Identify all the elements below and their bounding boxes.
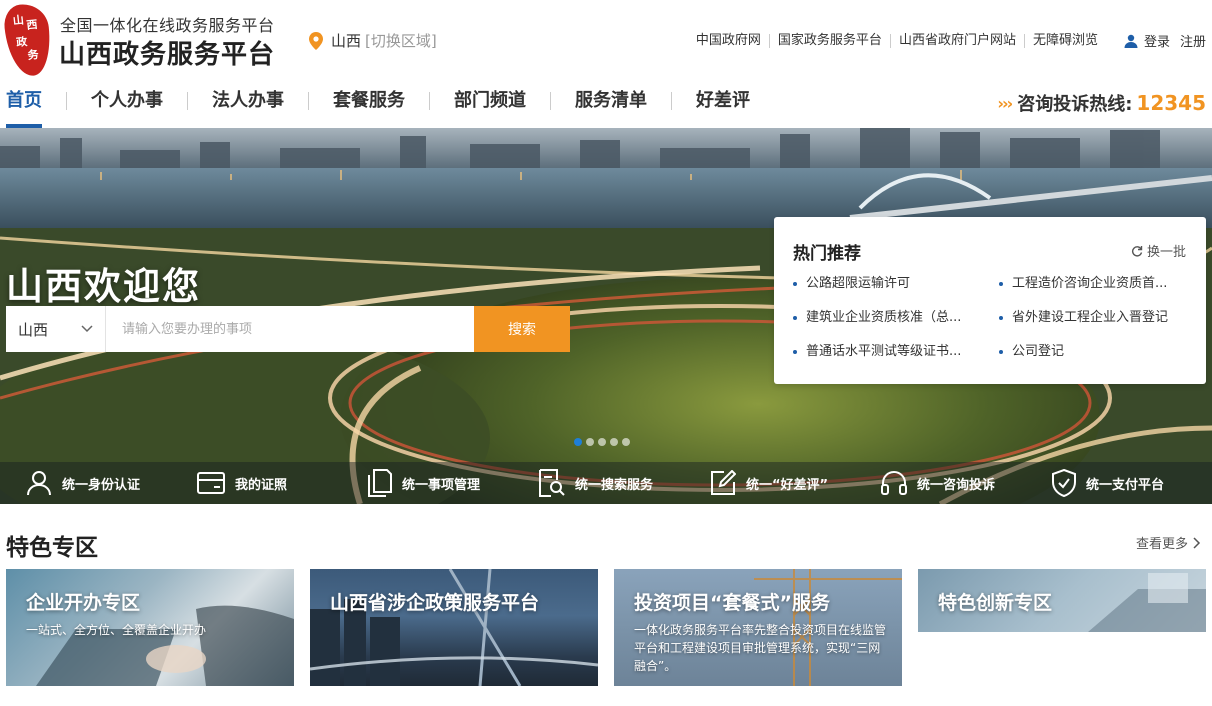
shield-check-icon bbox=[1052, 469, 1076, 497]
edit-icon bbox=[711, 470, 736, 495]
featured-cards: 企业开办专区 一站式、全方位、全覆盖企业开办 山西省涉企政策服务平台 投资项目“… bbox=[6, 569, 1206, 686]
card-innovation[interactable]: 特色创新专区 bbox=[918, 569, 1206, 632]
hot-item[interactable]: 普通话水平测试等级证书... bbox=[793, 343, 987, 360]
link-china-gov[interactable]: 中国政府网 bbox=[688, 33, 770, 48]
logo-char-1: 山 bbox=[12, 13, 25, 28]
hot-item[interactable]: 公路超限运输许可 bbox=[793, 275, 987, 292]
card-title: 企业开办专区 bbox=[26, 592, 141, 614]
search-doc-icon bbox=[539, 469, 565, 497]
top-links: 中国政府网 国家政务服务平台 山西省政府门户网站 无障碍浏览 登录 注册 bbox=[688, 31, 1206, 50]
login-link[interactable]: 登录 bbox=[1144, 31, 1170, 50]
nav-department[interactable]: 部门频道 bbox=[430, 92, 551, 110]
headset-icon bbox=[881, 471, 907, 495]
service-label: 统一事项管理 bbox=[402, 477, 481, 493]
link-national-gov-service[interactable]: 国家政务服务平台 bbox=[770, 33, 891, 48]
refresh-icon bbox=[1131, 245, 1143, 256]
user-icon bbox=[1124, 34, 1138, 48]
hotline-label: 咨询投诉热线: bbox=[1017, 94, 1133, 115]
card-title: 投资项目“套餐式”服务 bbox=[634, 592, 830, 614]
card-icon bbox=[197, 472, 225, 494]
carousel-dot[interactable] bbox=[610, 438, 618, 446]
service-search[interactable]: 统一搜索服务 bbox=[513, 469, 684, 497]
search-button[interactable]: 搜索 bbox=[474, 306, 570, 352]
nav-corporate[interactable]: 法人办事 bbox=[188, 92, 309, 110]
service-label: 统一咨询投诉 bbox=[917, 477, 996, 493]
service-bar: 统一身份认证 我的证照 统一事项管理 统一搜索服务 统一“好差评” 统一咨询投诉… bbox=[0, 462, 1212, 504]
logo-char-2: 西 bbox=[25, 17, 39, 33]
hot-item[interactable]: 工程造价咨询企业资质首... bbox=[999, 275, 1193, 292]
hotline-number: 12345 bbox=[1136, 91, 1206, 115]
nav-rating[interactable]: 好差评 bbox=[672, 92, 774, 110]
site-logo[interactable]: 山 西 政 务 bbox=[2, 1, 54, 79]
current-region: 山西 bbox=[331, 32, 362, 50]
service-matter[interactable]: 统一事项管理 bbox=[342, 469, 513, 497]
featured-title: 特色专区 bbox=[6, 535, 98, 561]
document-icon bbox=[368, 469, 392, 497]
service-complaint[interactable]: 统一咨询投诉 bbox=[855, 470, 1026, 496]
card-policy-platform[interactable]: 山西省涉企政策服务平台 bbox=[310, 569, 598, 686]
service-label: 统一“好差评” bbox=[746, 477, 829, 493]
hot-item[interactable]: 公司登记 bbox=[999, 343, 1193, 360]
chevron-right-icon bbox=[1193, 536, 1201, 549]
user-area: 登录 注册 bbox=[1124, 31, 1206, 50]
site-subtitle: 全国一体化在线政务服务平台 bbox=[60, 16, 275, 35]
card-title: 特色创新专区 bbox=[938, 592, 1053, 614]
card-enterprise-start[interactable]: 企业开办专区 一站式、全方位、全覆盖企业开办 bbox=[6, 569, 294, 686]
switch-region-link[interactable]: [切换区域] bbox=[365, 30, 437, 51]
hero-banner: 山西欢迎您 山西 搜索 热门推荐 换一批 公路超限运输许可 工程造价咨询企业资质… bbox=[0, 128, 1212, 504]
register-link[interactable]: 注册 bbox=[1180, 31, 1206, 50]
card-description: 一体化政务服务平台率先整合投资项目在线监管平台和工程建设项目审批管理系统，实现“… bbox=[634, 623, 887, 673]
nav-service-list[interactable]: 服务清单 bbox=[551, 92, 672, 110]
header: 山 西 政 务 全国一体化在线政务服务平台 山西政务服务平台 山西 [切换区域]… bbox=[0, 0, 1212, 82]
hotline: ››› 咨询投诉热线: 12345 bbox=[997, 90, 1206, 116]
service-label: 我的证照 bbox=[235, 477, 288, 493]
link-accessibility[interactable]: 无障碍浏览 bbox=[1025, 33, 1106, 48]
nav-home[interactable]: 首页 bbox=[6, 92, 67, 110]
hot-item[interactable]: 省外建设工程企业入晋登记 bbox=[999, 309, 1193, 326]
refresh-button[interactable]: 换一批 bbox=[1131, 241, 1186, 260]
nav-personal[interactable]: 个人办事 bbox=[67, 92, 188, 110]
bridge-illustration bbox=[310, 569, 598, 686]
service-payment[interactable]: 统一支付平台 bbox=[1026, 469, 1197, 497]
service-license[interactable]: 我的证照 bbox=[171, 472, 342, 494]
card-description: 一站式、全方位、全覆盖企业开办 bbox=[26, 623, 207, 637]
carousel-dot[interactable] bbox=[598, 438, 606, 446]
hot-recommend-panel: 热门推荐 换一批 公路超限运输许可 工程造价咨询企业资质首... 建筑业企业资质… bbox=[774, 217, 1206, 384]
search-input[interactable] bbox=[106, 306, 474, 352]
service-rating[interactable]: 统一“好差评” bbox=[684, 470, 855, 496]
refresh-label: 换一批 bbox=[1146, 245, 1186, 260]
view-more-link[interactable]: 查看更多 bbox=[1136, 533, 1202, 552]
logo-char-4: 务 bbox=[26, 48, 40, 63]
chevrons-icon: ››› bbox=[997, 93, 1013, 113]
carousel-dot[interactable] bbox=[586, 438, 594, 446]
site-title[interactable]: 山西政务服务平台 bbox=[59, 34, 275, 71]
logo-char-3: 政 bbox=[15, 35, 28, 50]
service-label: 统一搜索服务 bbox=[575, 477, 654, 493]
hot-item[interactable]: 建筑业企业资质核准（总... bbox=[793, 309, 987, 326]
location-pin-icon bbox=[309, 31, 323, 50]
hot-list: 公路超限运输许可 工程造价咨询企业资质首... 建筑业企业资质核准（总... 省… bbox=[793, 275, 1193, 360]
logo-badge: 山 西 政 务 bbox=[2, 1, 54, 79]
card-investment-package[interactable]: 投资项目“套餐式”服务 一体化政务服务平台率先整合投资项目在线监管平台和工程建设… bbox=[614, 569, 902, 686]
main-nav: 首页 个人办事 法人办事 套餐服务 部门频道 服务清单 好差评 ››› 咨询投诉… bbox=[0, 82, 1212, 128]
welcome-heading: 山西欢迎您 bbox=[6, 265, 201, 308]
link-shanxi-portal[interactable]: 山西省政府门户网站 bbox=[891, 33, 1025, 48]
carousel-dot[interactable] bbox=[622, 438, 630, 446]
hot-recommend-title: 热门推荐 bbox=[793, 244, 861, 264]
view-more-label: 查看更多 bbox=[1135, 537, 1188, 552]
service-label: 统一支付平台 bbox=[1086, 477, 1165, 493]
service-identity[interactable]: 统一身份认证 bbox=[0, 470, 171, 496]
card-title: 山西省涉企政策服务平台 bbox=[330, 592, 540, 614]
search-region-value: 山西 bbox=[18, 320, 49, 339]
location-switcher[interactable]: 山西 [切换区域] bbox=[309, 30, 437, 51]
carousel-dots bbox=[574, 438, 634, 446]
search-region-select[interactable]: 山西 bbox=[6, 306, 106, 352]
nav-package[interactable]: 套餐服务 bbox=[309, 92, 430, 110]
carousel-dot[interactable] bbox=[574, 438, 582, 446]
search-bar: 山西 搜索 bbox=[6, 306, 570, 352]
user-icon bbox=[27, 471, 51, 496]
service-label: 统一身份认证 bbox=[62, 477, 141, 493]
chevron-down-icon bbox=[81, 325, 93, 333]
